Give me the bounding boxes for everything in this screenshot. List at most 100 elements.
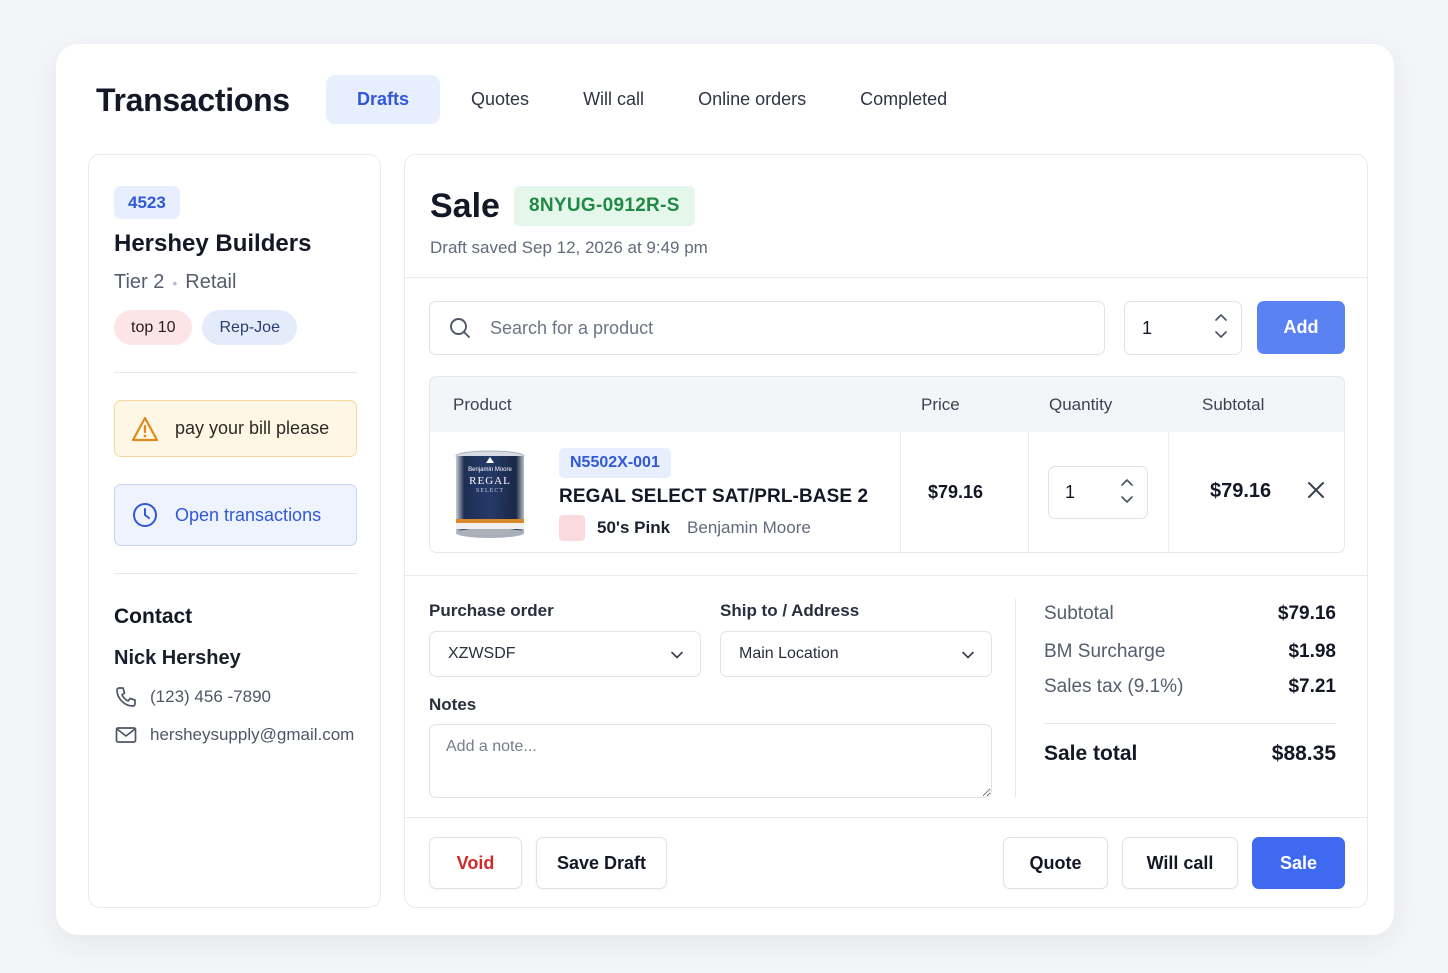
tab-online-orders[interactable]: Online orders xyxy=(671,75,833,124)
divider xyxy=(405,817,1367,818)
contact-phone[interactable]: (123) 456 -7890 xyxy=(114,685,271,709)
sale-total-value: $88.35 xyxy=(1271,742,1336,765)
can-label-text: REGAL xyxy=(469,475,511,487)
tab-quotes[interactable]: Quotes xyxy=(444,75,556,124)
void-button[interactable]: Void xyxy=(429,837,522,889)
add-product-button[interactable]: Add xyxy=(1257,301,1345,354)
chevron-down-icon[interactable] xyxy=(1213,327,1229,342)
ship-to-value: Main Location xyxy=(739,645,839,662)
divider xyxy=(1044,723,1336,724)
line-quantity-controls[interactable] xyxy=(1119,475,1135,507)
summary-tax-value: $7.21 xyxy=(1288,676,1336,697)
quantity-stepper-controls[interactable] xyxy=(1213,310,1229,342)
separator-dot: • xyxy=(172,274,178,291)
chevron-up-icon[interactable] xyxy=(1213,310,1229,325)
column-header-product: Product xyxy=(453,395,512,414)
summary-surcharge-label: BM Surcharge xyxy=(1044,641,1166,662)
chevron-up-icon[interactable] xyxy=(1119,475,1135,490)
clock-icon xyxy=(133,503,157,527)
column-divider xyxy=(1168,432,1169,552)
column-divider xyxy=(1028,432,1029,552)
can-sublabel-text: SELECT xyxy=(476,488,504,494)
tab-will-call[interactable]: Will call xyxy=(556,75,671,124)
product-search[interactable] xyxy=(429,301,1105,355)
warning-icon xyxy=(131,416,159,441)
notes-field[interactable] xyxy=(429,724,992,798)
purchase-order-label: Purchase order xyxy=(429,601,554,620)
product-sku-badge: N5502X-001 xyxy=(559,448,671,478)
column-header-price: Price xyxy=(921,395,960,414)
open-transactions-button[interactable]: Open transactions xyxy=(114,484,357,546)
tab-completed[interactable]: Completed xyxy=(833,75,974,124)
product-image: Benjamin Moore REGAL SELECT xyxy=(455,450,525,538)
summary-subtotal-label: Subtotal xyxy=(1044,603,1114,624)
product-price: $79.16 xyxy=(928,482,984,502)
save-draft-button[interactable]: Save Draft xyxy=(536,837,667,889)
account-alert: pay your bill please xyxy=(114,400,357,457)
line-quantity-stepper[interactable]: 1 xyxy=(1048,466,1148,519)
summary-tax: Sales tax (9.1%) $7.21 xyxy=(1044,676,1336,698)
will-call-button[interactable]: Will call xyxy=(1122,837,1238,889)
color-name: 50's Pink xyxy=(597,518,671,537)
chevron-down-icon xyxy=(671,651,683,659)
summary-surcharge: BM Surcharge $1.98 xyxy=(1044,641,1336,663)
table-row: Benjamin Moore REGAL SELECT N5502X-001 R… xyxy=(430,432,1344,552)
notes-label: Notes xyxy=(429,695,477,714)
summary-tax-label: Sales tax (9.1%) xyxy=(1044,676,1184,697)
add-quantity-value: 1 xyxy=(1142,317,1153,338)
table-header: Product Price Quantity Subtotal xyxy=(430,377,1344,432)
tab-drafts[interactable]: Drafts xyxy=(326,75,441,124)
column-divider xyxy=(1015,599,1016,797)
contact-email[interactable]: hersheysupply@gmail.com xyxy=(114,723,354,747)
alert-text: pay your bill please xyxy=(175,418,330,438)
close-icon[interactable] xyxy=(1305,479,1327,501)
transactions-card: Transactions Drafts Quotes Will call Onl… xyxy=(56,44,1394,935)
sale-panel: Sale 8NYUG-0912R-S Draft saved Sep 12, 2… xyxy=(404,154,1368,908)
summary-subtotal-value: $79.16 xyxy=(1277,603,1336,624)
chevron-down-icon[interactable] xyxy=(1119,492,1135,507)
ship-to-label: Ship to / Address xyxy=(720,601,860,620)
tier-label: Tier 2 xyxy=(114,271,165,293)
can-brand-text: Benjamin Moore xyxy=(468,467,512,473)
customer-name: Hershey Builders xyxy=(114,230,312,257)
customer-id-badge: 4523 xyxy=(114,186,180,219)
mail-icon xyxy=(115,727,137,743)
divider xyxy=(114,573,357,574)
phone-number: (123) 456 -7890 xyxy=(150,687,271,706)
customer-panel: 4523 Hershey Builders Tier 2 • Retail to… xyxy=(88,154,381,908)
divider xyxy=(405,575,1367,576)
product-color: 50's Pink Benjamin Moore xyxy=(559,515,811,541)
product-name: REGAL SELECT SAT/PRL-BASE 2 xyxy=(559,486,869,507)
search-input[interactable] xyxy=(490,317,1050,339)
summary-surcharge-value: $1.98 xyxy=(1288,641,1336,662)
column-header-subtotal: Subtotal xyxy=(1202,395,1265,414)
quote-button[interactable]: Quote xyxy=(1003,837,1108,889)
color-swatch xyxy=(559,515,585,541)
product-brand: Benjamin Moore xyxy=(687,518,811,537)
sale-title: Sale xyxy=(430,187,500,225)
purchase-order-select[interactable]: XZWSDF xyxy=(429,631,701,677)
line-items-table: Product Price Quantity Subtotal Benjamin… xyxy=(429,376,1345,553)
column-divider xyxy=(900,432,901,552)
contact-heading: Contact xyxy=(114,605,193,628)
add-quantity-stepper[interactable]: 1 xyxy=(1124,301,1242,355)
summary-subtotal: Subtotal $79.16 xyxy=(1044,603,1336,625)
email-address: hersheysupply@gmail.com xyxy=(150,725,355,744)
divider xyxy=(405,277,1367,278)
search-icon xyxy=(450,318,470,338)
sale-id-badge: 8NYUG-0912R-S xyxy=(514,186,695,226)
open-transactions-label: Open transactions xyxy=(175,504,322,525)
ship-to-select[interactable]: Main Location xyxy=(720,631,992,677)
page-title: Transactions xyxy=(96,82,290,118)
transaction-tabs: Drafts Quotes Will call Online orders Co… xyxy=(326,75,974,124)
purchase-order-value: XZWSDF xyxy=(448,645,516,662)
line-subtotal: $79.16 xyxy=(1210,480,1272,502)
sale-button[interactable]: Sale xyxy=(1252,837,1345,889)
sale-total-label: Sale total xyxy=(1044,742,1138,765)
customer-tags: top 10 Rep-Joe xyxy=(114,310,297,345)
line-quantity-value: 1 xyxy=(1065,482,1076,502)
chevron-down-icon xyxy=(962,651,974,659)
summary-total: Sale total $88.35 xyxy=(1044,742,1336,766)
contact-name: Nick Hershey xyxy=(114,647,241,669)
tag-chip: Rep-Joe xyxy=(202,310,297,345)
